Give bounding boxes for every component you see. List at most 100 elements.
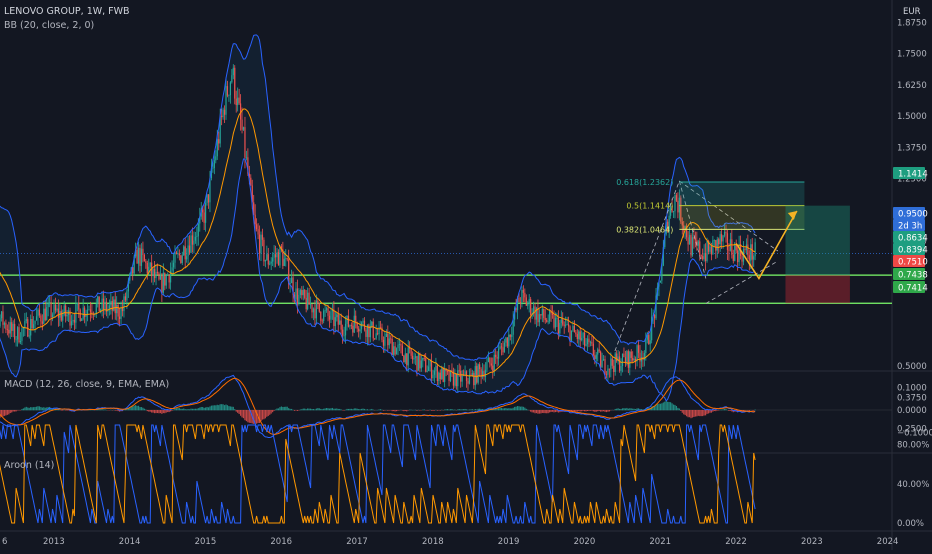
macd-hist-bar (553, 410, 554, 412)
candle-body (612, 358, 613, 365)
candle-body (147, 263, 148, 273)
candle-body (518, 298, 519, 302)
macd-hist-bar (239, 410, 240, 414)
candle-body (123, 296, 124, 311)
macd-hist-bar (534, 410, 535, 413)
candle-body (638, 345, 639, 353)
candle-body (574, 326, 575, 333)
macd-hist-bar (284, 407, 285, 410)
bb-legend[interactable]: BB (20, close, 2, 0) (4, 20, 94, 31)
candle-body (320, 312, 321, 321)
macd-hist-bar (145, 410, 146, 411)
candle-body (30, 319, 31, 335)
candle-body (625, 357, 626, 363)
candle-body (712, 240, 713, 254)
candle-body (4, 323, 5, 325)
candle-body (457, 370, 458, 386)
macd-hist-bar (282, 407, 283, 410)
candle-body (29, 335, 30, 336)
time-axis-label: 2023 (801, 537, 823, 547)
macd-hist-bar (383, 410, 384, 411)
candle-body (78, 303, 79, 310)
candle-body (411, 349, 412, 356)
macd-hist-bar (290, 409, 291, 410)
candle-body (56, 309, 57, 311)
candle-body (714, 240, 715, 241)
candle-body (241, 119, 242, 129)
macd-hist-bar (524, 408, 525, 411)
macd-hist-bar (174, 409, 175, 411)
macd-hist-bar (67, 410, 68, 411)
macd-hist-bar (59, 410, 60, 411)
macd-hist-bar (185, 409, 186, 410)
macd-hist-bar (157, 410, 158, 413)
macd-hist-bar (453, 410, 454, 411)
candle-body (583, 333, 584, 338)
macd-hist-bar (314, 409, 315, 410)
macd-hist-bar (199, 408, 200, 411)
macd-hist-bar (279, 407, 280, 410)
candle-body (415, 356, 416, 358)
macd-hist-bar (631, 408, 632, 410)
macd-hist-bar (160, 410, 161, 413)
candle-body (673, 211, 674, 212)
macd-hist-bar (609, 410, 610, 411)
candle-body (354, 316, 355, 333)
macd-hist-bar (717, 410, 718, 411)
macd-hist-bar (513, 408, 514, 411)
macd-hist-bar (161, 410, 162, 414)
macd-hist-bar (186, 409, 187, 410)
candle-body (495, 355, 496, 357)
candle-body (109, 305, 110, 308)
candle-body (243, 127, 244, 130)
macd-hist-bar (511, 408, 512, 410)
macd-legend[interactable]: MACD (12, 26, close, 9, EMA, EMA) (4, 379, 169, 390)
macd-hist-bar (677, 408, 678, 410)
candle-body (196, 236, 197, 237)
chart-svg[interactable]: 0.618(1.2362)0.5(1.1414)0.382(1.0464)1.8… (0, 0, 932, 550)
macd-hist-bar (193, 409, 194, 411)
time-axis-label: 2018 (422, 537, 444, 547)
macd-hist-bar (319, 408, 320, 410)
symbol-legend[interactable]: LENOVO GROUP, 1W, FWB (4, 6, 130, 17)
candle-body (342, 330, 343, 336)
macd-hist-bar (473, 410, 474, 411)
candle-body (225, 86, 226, 115)
macd-hist-bar (657, 404, 658, 410)
candle-body (476, 366, 477, 383)
macd-hist-bar (505, 408, 506, 410)
candle-body (23, 328, 24, 329)
aroon-legend[interactable]: Aroon (14) (4, 460, 54, 471)
candle-body (113, 300, 114, 311)
candle-body (692, 237, 693, 255)
candle-body (395, 346, 396, 354)
fib-zone-618 (679, 182, 804, 206)
macd-hist-bar (660, 404, 661, 411)
macd-hist-bar (247, 410, 248, 422)
candle-body (718, 239, 719, 244)
candle-body (466, 371, 467, 380)
candle-body (479, 364, 480, 369)
macd-hist-bar (16, 410, 17, 411)
candle-body (158, 273, 159, 279)
candle-body (88, 309, 89, 310)
macd-hist-bar (322, 409, 323, 410)
macd-hist-bar (607, 410, 608, 412)
macd-hist-bar (405, 410, 406, 411)
macd-hist-bar (472, 409, 473, 410)
candle-body (190, 235, 191, 252)
macd-hist-bar (715, 410, 716, 411)
chart-stage[interactable]: 0.618(1.2362)0.5(1.1414)0.382(1.0464)1.8… (0, 0, 932, 550)
macd-hist-bar (596, 410, 597, 412)
candle-body (358, 329, 359, 332)
candle-body (214, 160, 215, 168)
macd-tick-label: 0.1000 (897, 384, 927, 394)
macd-hist-bar (246, 410, 247, 421)
macd-hist-bar (536, 410, 537, 413)
macd-hist-bar (27, 407, 28, 410)
macd-hist-bar (476, 410, 477, 411)
macd-hist-bar (240, 410, 241, 416)
candle-body (711, 246, 712, 254)
macd-hist-bar (752, 410, 753, 411)
candle-body (118, 305, 119, 317)
